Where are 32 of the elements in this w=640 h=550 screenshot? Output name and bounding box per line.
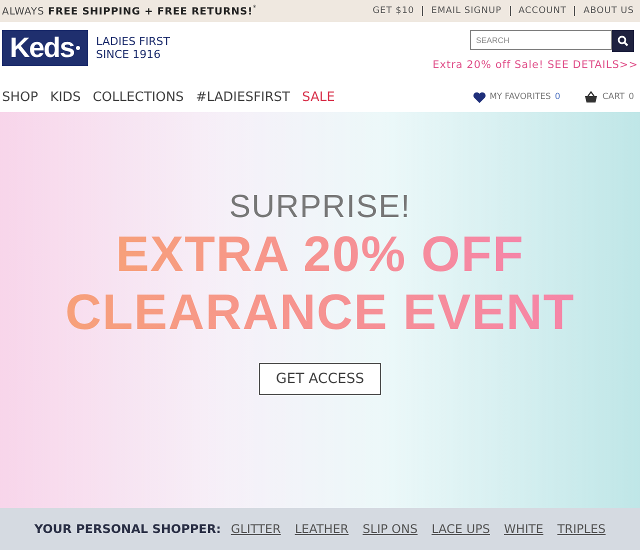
- top-link[interactable]: ABOUT US: [583, 6, 634, 16]
- get-access-button[interactable]: GET ACCESS: [258, 363, 382, 395]
- shopper-label: YOUR PERSONAL SHOPPER:: [34, 522, 221, 536]
- keds-logo[interactable]: Keds: [2, 30, 88, 66]
- shipping-promo: ALWAYS FREE SHIPPING + FREE RETURNS!$^{*}$: [2, 4, 257, 18]
- nav-link[interactable]: #LADIESFIRST: [196, 90, 290, 104]
- shopper-link[interactable]: GLITTER: [230, 522, 281, 536]
- search-icon: [617, 35, 629, 47]
- tagline: LADIES FIRST: [96, 35, 170, 48]
- shopper-link[interactable]: LEATHER: [294, 522, 349, 536]
- nav-link[interactable]: COLLECTIONS: [92, 90, 184, 104]
- cart-link[interactable]: CART: [602, 92, 625, 102]
- heart-icon[interactable]: [472, 92, 486, 102]
- favorites-count: 0: [554, 92, 560, 102]
- cart-count: 0: [628, 92, 634, 102]
- top-link[interactable]: GET $10: [372, 6, 414, 16]
- top-link[interactable]: EMAIL SIGNUP: [431, 6, 502, 16]
- shopper-link[interactable]: LACE UPS: [432, 522, 490, 536]
- shopper-link[interactable]: SLIP ONS: [362, 522, 418, 536]
- favorites-link[interactable]: MY FAVORITES: [490, 92, 551, 102]
- nav-link[interactable]: SHOP: [2, 90, 38, 104]
- tagline: SINCE 1916: [96, 48, 162, 61]
- basket-icon[interactable]: [584, 91, 598, 103]
- search-field[interactable]: SEARCH: [470, 30, 612, 50]
- search-button[interactable]: [612, 30, 634, 52]
- top-link[interactable]: ACCOUNT: [518, 6, 566, 16]
- hero-kicker: SURPRISE!: [229, 188, 411, 225]
- shopper-link[interactable]: TRIPLES: [557, 522, 606, 536]
- nav-link[interactable]: KIDS: [50, 90, 81, 104]
- sale-notice-link[interactable]: Extra 20% off Sale! SEE DETAILS>>: [432, 59, 638, 71]
- nav-link[interactable]: SALE: [302, 90, 335, 104]
- shopper-link[interactable]: WHITE: [504, 522, 544, 536]
